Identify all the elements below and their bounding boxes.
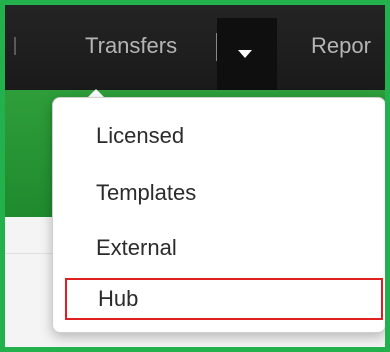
menu-item-templates[interactable]: Templates [53, 173, 385, 213]
menu-item-licensed[interactable]: Licensed [53, 116, 385, 156]
nav-transfers-link[interactable]: Transfers [85, 33, 177, 59]
menu-item-external[interactable]: External [53, 228, 385, 268]
caret-down-icon [238, 50, 252, 58]
transfers-dropdown-menu: Licensed Templates External Hub [52, 97, 385, 333]
transfers-dropdown-toggle[interactable] [217, 18, 277, 90]
menu-item-hub[interactable]: Hub [65, 278, 383, 320]
screenshot-frame: Transfers Repor Licensed Templates Exter… [0, 0, 390, 352]
nav-reports-link[interactable]: Repor [311, 33, 371, 59]
nav-divider [14, 37, 16, 55]
top-navbar: Transfers Repor [5, 5, 385, 90]
